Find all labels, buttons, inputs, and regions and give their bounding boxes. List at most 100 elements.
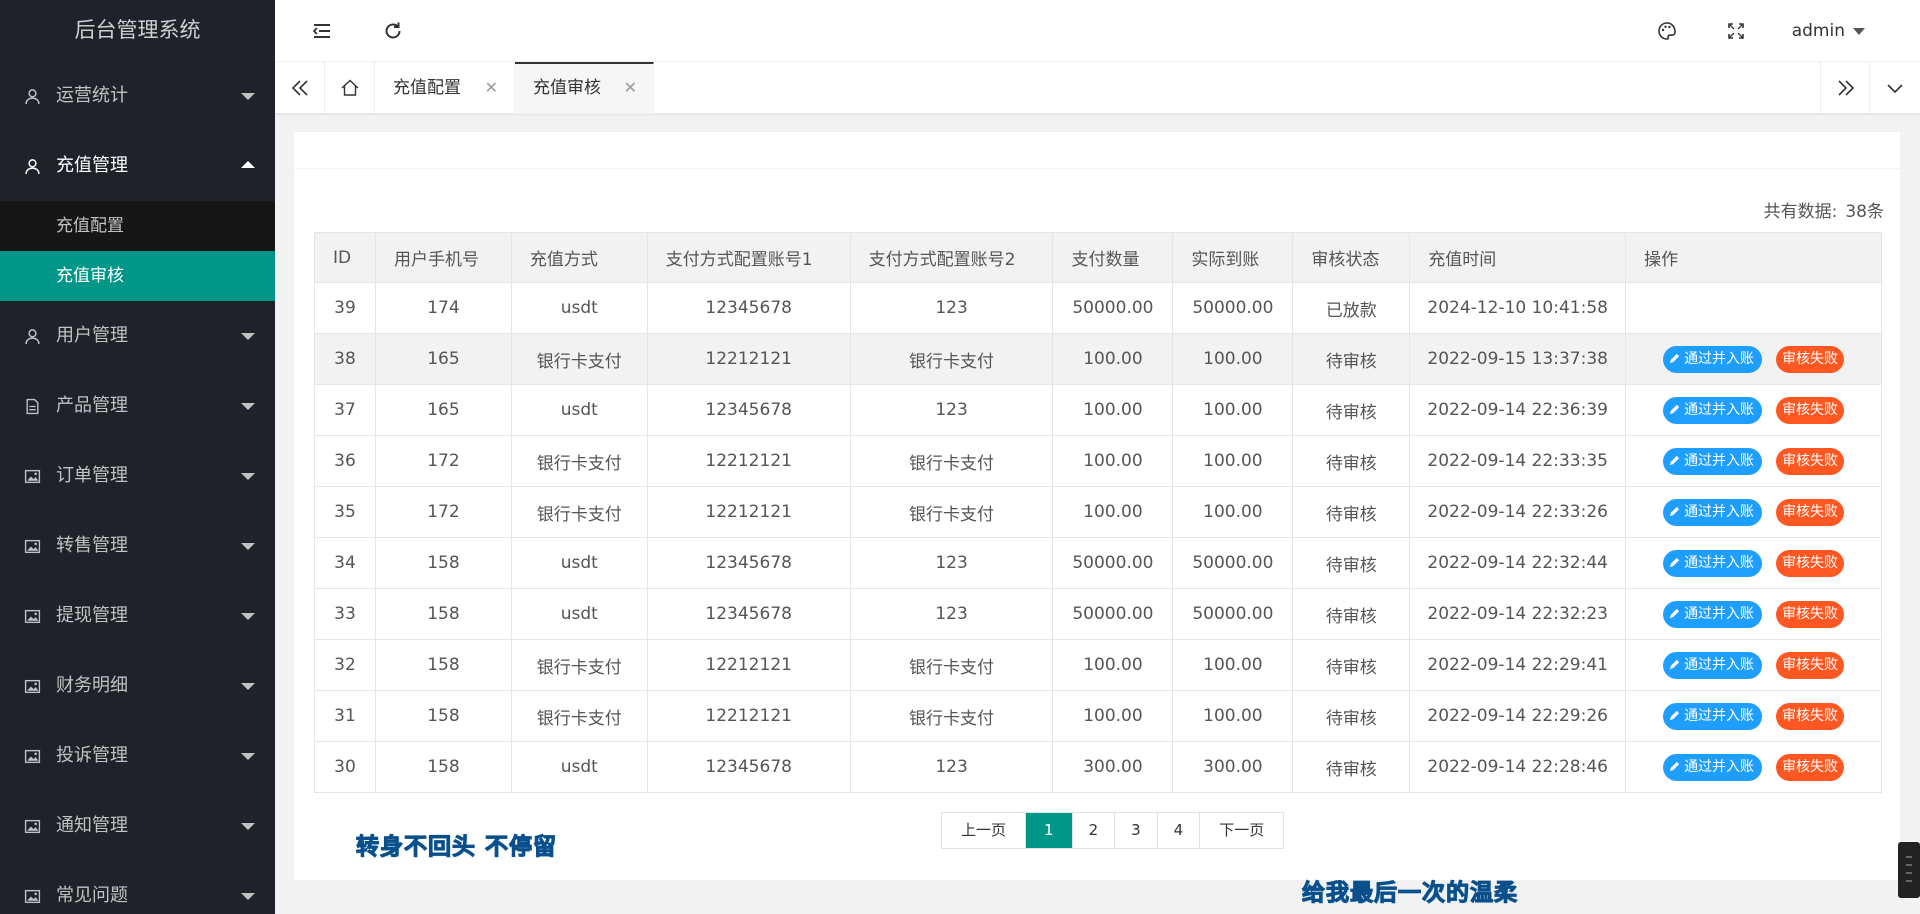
- approve-button[interactable]: 通过并入账: [1663, 600, 1763, 628]
- cell-amount: 100.00: [1052, 690, 1174, 742]
- approve-button-label: 通过并入账: [1684, 503, 1755, 520]
- column-header: ID: [314, 232, 376, 283]
- sidebar-item-label: 用户管理: [56, 325, 128, 346]
- sidebar-item-user-management[interactable]: 用户管理: [0, 301, 275, 371]
- cell-time: 2022-09-14 22:33:35: [1409, 435, 1627, 487]
- cell-actions: 通过并入账 审核失败: [1625, 384, 1882, 436]
- cell-amount: 100.00: [1052, 435, 1174, 487]
- chevron-down-icon: [241, 403, 255, 410]
- home-icon: [341, 79, 359, 96]
- cell-received: 50000.00: [1172, 588, 1294, 640]
- overlay-caption-right: 给我最后一次的温柔: [1302, 880, 1518, 907]
- cell-acc1: 12212121: [646, 639, 851, 691]
- user-icon: [25, 329, 40, 344]
- approve-button[interactable]: 通过并入账: [1663, 498, 1763, 526]
- sidebar-item-notification-management[interactable]: 通知管理: [0, 791, 275, 861]
- page-button-4[interactable]: 4: [1157, 813, 1201, 848]
- cell-method: usdt: [510, 588, 648, 640]
- tabs-scroll-right-button[interactable]: [1820, 62, 1870, 114]
- sidebar-item-label: 投诉管理: [56, 745, 128, 766]
- cell-status: 待审核: [1292, 741, 1411, 793]
- sidebar-item-resale-management[interactable]: 转售管理: [0, 511, 275, 581]
- reject-button[interactable]: 审核失败: [1776, 702, 1845, 730]
- menu-collapse-icon[interactable]: [311, 20, 333, 42]
- chevron-down-icon: [241, 333, 255, 340]
- chevron-down-icon: [241, 93, 255, 100]
- reject-button[interactable]: 审核失败: [1776, 753, 1845, 781]
- top-header: admin: [275, 0, 1920, 62]
- cell-received: 50000.00: [1172, 282, 1294, 334]
- sidebar-subitem-recharge-review[interactable]: 充值审核: [0, 251, 275, 301]
- user-menu[interactable]: admin: [1792, 0, 1865, 62]
- refresh-icon[interactable]: [382, 20, 404, 42]
- tab-recharge-config[interactable]: 充值配置 ✕: [375, 62, 515, 114]
- cell-method: usdt: [510, 741, 648, 793]
- cell-amount: 50000.00: [1052, 537, 1174, 589]
- cell-status: 待审核: [1292, 588, 1411, 640]
- approve-button[interactable]: 通过并入账: [1663, 396, 1763, 424]
- reject-button[interactable]: 审核失败: [1776, 447, 1845, 475]
- cell-actions: 通过并入账 审核失败: [1625, 537, 1882, 589]
- cell-acc2: 123: [849, 537, 1054, 589]
- home-tab-button[interactable]: [325, 62, 375, 114]
- tabs-scroll-left-button[interactable]: [275, 62, 325, 114]
- cell-phone: 158: [374, 690, 512, 742]
- cell-id: 30: [314, 741, 376, 793]
- table-row: 37 165 usdt 12345678 123 100.00 100.00 待审核 2022-…: [314, 384, 1882, 436]
- next-page-button[interactable]: 下一页: [1200, 813, 1284, 848]
- sidebar-item-operations-stats[interactable]: 运营统计: [0, 61, 275, 131]
- reject-button[interactable]: 审核失败: [1776, 396, 1845, 424]
- palette-icon[interactable]: [1656, 20, 1678, 42]
- cell-acc2: 银行卡支付: [849, 435, 1054, 487]
- cell-method: 银行卡支付: [510, 435, 648, 487]
- reject-button[interactable]: 审核失败: [1776, 549, 1845, 577]
- cell-actions: 通过并入账 审核失败: [1625, 486, 1882, 538]
- sidebar-item-product-management[interactable]: 产品管理: [0, 371, 275, 441]
- page-button-3[interactable]: 3: [1115, 813, 1158, 848]
- tab-recharge-review[interactable]: 充值审核 ✕: [515, 62, 654, 114]
- close-icon[interactable]: ✕: [624, 64, 637, 112]
- cell-time: 2022-09-14 22:32:23: [1409, 588, 1627, 640]
- fullscreen-icon[interactable]: [1725, 20, 1747, 42]
- cell-status: 待审核: [1292, 639, 1411, 691]
- sidebar-item-order-management[interactable]: 订单管理: [0, 441, 275, 511]
- prev-page-button[interactable]: 上一页: [942, 813, 1027, 848]
- chevron-down-icon: [241, 473, 255, 480]
- sidebar-item-faq[interactable]: 常见问题: [0, 861, 275, 914]
- approve-button[interactable]: 通过并入账: [1663, 345, 1763, 373]
- approve-button[interactable]: 通过并入账: [1663, 447, 1763, 475]
- page-button-2[interactable]: 2: [1072, 813, 1116, 848]
- edit-icon: [1669, 761, 1680, 771]
- reject-button[interactable]: 审核失败: [1776, 498, 1845, 526]
- cell-method: usdt: [510, 384, 648, 436]
- sidebar-item-withdrawal-management[interactable]: 提现管理: [0, 581, 275, 651]
- sidebar-item-complaint-management[interactable]: 投诉管理: [0, 721, 275, 791]
- sidebar-item-label: 通知管理: [56, 815, 128, 836]
- sidebar-item-recharge-management[interactable]: 充值管理: [0, 131, 275, 201]
- table-row: 34 158 usdt 12345678 123 50000.00 50000.00 待审核 2…: [314, 537, 1882, 589]
- reject-button[interactable]: 审核失败: [1776, 600, 1845, 628]
- side-widget-handle[interactable]: [1898, 842, 1920, 898]
- approve-button[interactable]: 通过并入账: [1663, 651, 1763, 679]
- cell-id: 32: [314, 639, 376, 691]
- approve-button-label: 通过并入账: [1684, 758, 1755, 775]
- sidebar-subitem-recharge-config[interactable]: 充值配置: [0, 201, 275, 251]
- approve-button[interactable]: 通过并入账: [1663, 702, 1763, 730]
- reject-button[interactable]: 审核失败: [1776, 345, 1845, 373]
- total-label: 共有数据:: [1763, 202, 1838, 222]
- image-icon: [24, 819, 41, 834]
- approve-button[interactable]: 通过并入账: [1663, 549, 1763, 577]
- close-icon[interactable]: ✕: [485, 62, 498, 114]
- tabs-dropdown-button[interactable]: [1870, 62, 1920, 114]
- cell-acc2: 银行卡支付: [849, 486, 1054, 538]
- card-header: [294, 132, 1900, 169]
- cell-time: 2024-12-10 10:41:58: [1409, 282, 1627, 334]
- page-button-1[interactable]: 1: [1026, 813, 1073, 848]
- cell-id: 38: [314, 333, 376, 385]
- approve-button[interactable]: 通过并入账: [1663, 753, 1763, 781]
- sidebar-item-label: 订单管理: [56, 465, 128, 486]
- sidebar-item-finance-details[interactable]: 财务明细: [0, 651, 275, 721]
- reject-button[interactable]: 审核失败: [1776, 651, 1845, 679]
- pagination: 上一页 1 2 3 4 下一页: [941, 812, 1285, 849]
- cell-method: usdt: [510, 537, 648, 589]
